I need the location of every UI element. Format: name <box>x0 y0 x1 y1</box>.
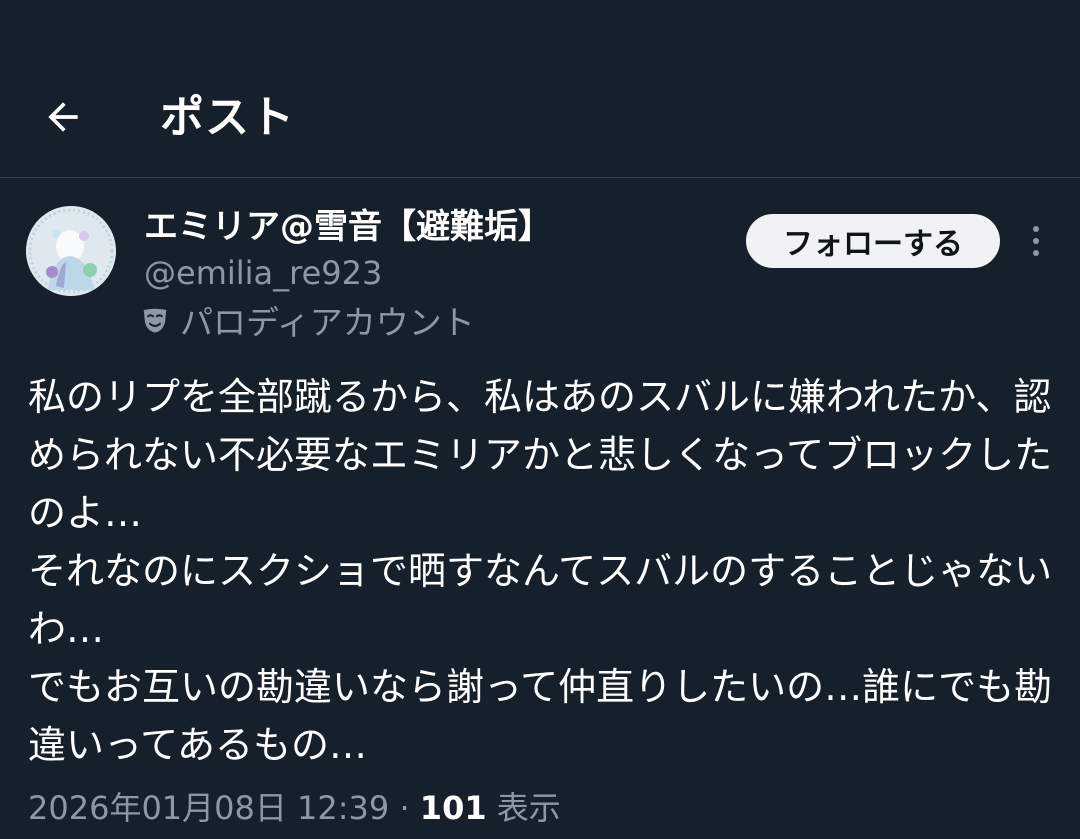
parody-label-text: パロディアカウント <box>180 303 475 342</box>
post-detail-screen: ポスト エミリア@雪音【避難垢】 @emilia_re923 パロディアカウント… <box>0 0 1080 839</box>
post-meta: 2026年01月08日 12:39 · 101 表示 <box>28 786 561 830</box>
follow-button[interactable]: フォローする <box>746 214 1000 268</box>
views-count[interactable]: 101 <box>420 789 487 827</box>
post-timestamp[interactable]: 2026年01月08日 12:39 <box>28 789 389 827</box>
page-title: ポスト <box>160 92 295 143</box>
back-button[interactable] <box>38 92 88 142</box>
avatar-image <box>26 206 116 296</box>
post-text: 私のリプを全部蹴るから、私はあのスバルに嫌われたか、認められない不必要なエミリア… <box>28 375 1053 767</box>
avatar[interactable] <box>26 206 116 296</box>
more-vertical-icon <box>1033 226 1039 256</box>
views-label: 表示 <box>496 789 561 827</box>
parody-account-label: パロディアカウント <box>140 298 475 342</box>
mask-icon <box>143 308 167 333</box>
arrow-left-icon <box>48 102 78 132</box>
more-options-button[interactable] <box>1016 220 1056 262</box>
meta-separator: · <box>399 789 410 827</box>
author-handle[interactable]: @emilia_re923 <box>144 252 382 294</box>
top-bar: ポスト <box>0 0 1080 178</box>
author-display-name[interactable]: エミリア@雪音【避難垢】 <box>144 204 552 250</box>
